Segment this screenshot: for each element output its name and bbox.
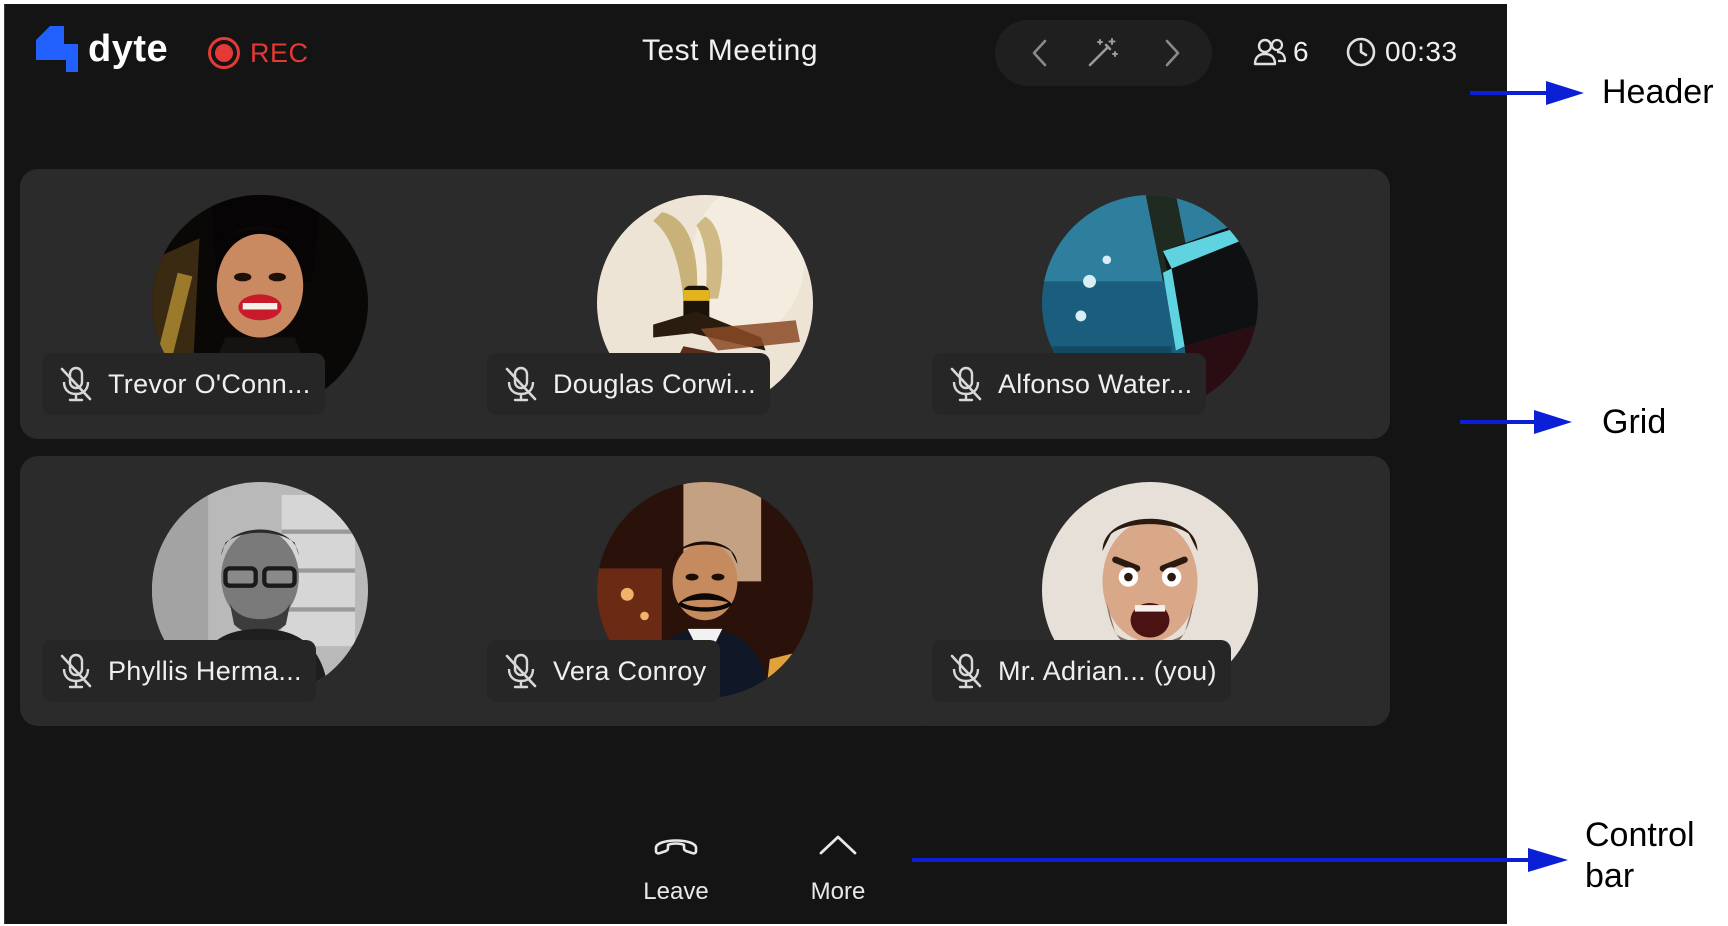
more-label: More (810, 878, 866, 905)
record-icon (208, 37, 240, 69)
magic-wand-icon (1088, 38, 1118, 67)
header: dyte REC Test Meeting 6 00:33 (5, 4, 1508, 104)
participant-tile[interactable]: Alfonso Water... (910, 169, 1390, 439)
control-bar-annotation-line1: Control (1585, 816, 1695, 854)
clock-icon (1346, 37, 1376, 67)
participants-icon (1253, 38, 1287, 66)
participant-name-tag: Phyllis Herma... (42, 640, 316, 702)
participant-name-tag: Douglas Corwi... (487, 353, 770, 415)
control-bar-annotation-line2: bar (1585, 857, 1635, 896)
participant-grid: Trevor O'Conn... Douglas Corwi... Alfons… (20, 164, 1500, 726)
mic-off-icon (56, 364, 96, 404)
participants-button[interactable]: 6 (1253, 36, 1309, 68)
participant-name-tag: Trevor O'Conn... (42, 353, 325, 415)
participant-count: 6 (1293, 36, 1309, 67)
recording-label: REC (250, 37, 309, 68)
participant-tile[interactable]: Trevor O'Conn... (20, 169, 500, 439)
leave-button[interactable]: Leave (616, 824, 736, 914)
magic-wand-button[interactable] (1085, 36, 1119, 70)
meeting-title: Test Meeting (641, 34, 819, 67)
participant-tile[interactable]: Vera Conroy (465, 456, 945, 726)
hang-up-icon (652, 824, 700, 866)
header-annotation-arrow (1470, 81, 1584, 105)
chevron-left-icon (1032, 39, 1047, 67)
mic-off-icon (56, 651, 96, 691)
participant-name: Trevor O'Conn... (108, 368, 311, 399)
chevron-right-icon (1165, 39, 1180, 67)
header-annotation-label: Header (1602, 73, 1714, 111)
grid-annotation-arrow (1460, 410, 1572, 434)
control-bar-annotation-label: Control bar (1585, 815, 1695, 898)
leave-label: Leave (643, 878, 709, 905)
meeting-timer: 00:33 (1345, 36, 1458, 68)
mic-off-icon (946, 364, 986, 404)
participant-name-tag: Vera Conroy (487, 640, 721, 702)
participant-name-tag: Mr. Adrian... (you) (932, 640, 1231, 702)
grid-annotation-label: Grid (1602, 403, 1667, 441)
participant-tile[interactable]: Phyllis Herma... (20, 456, 500, 726)
screenshot-canvas: dyte REC Test Meeting 6 00:33 Trevor O'C… (0, 0, 1728, 926)
meeting-window: dyte REC Test Meeting 6 00:33 Trevor O'C… (4, 4, 1507, 924)
participant-name: Phyllis Herma... (108, 655, 302, 686)
participant-name: Mr. Adrian... (you) (998, 655, 1217, 686)
mic-off-icon (946, 651, 986, 691)
participant-tile[interactable]: Douglas Corwi... (465, 169, 945, 439)
elapsed-time: 00:33 (1385, 36, 1458, 67)
next-page-button[interactable] (1155, 36, 1189, 70)
control-bar-annotation-arrow (912, 848, 1568, 872)
participant-name: Alfonso Water... (998, 368, 1193, 399)
mic-off-icon (501, 651, 541, 691)
brand-name: dyte (88, 28, 169, 70)
page-navigation (995, 20, 1212, 86)
dyte-logo-icon (36, 26, 78, 72)
participant-name: Douglas Corwi... (553, 368, 756, 399)
more-button[interactable]: More (778, 824, 898, 914)
participant-name-tag: Alfonso Water... (932, 353, 1207, 415)
mic-off-icon (501, 364, 541, 404)
recording-indicator: REC (208, 37, 309, 69)
participant-tile[interactable]: Mr. Adrian... (you) (910, 456, 1390, 726)
dyte-logo: dyte (36, 26, 168, 72)
participant-name: Vera Conroy (553, 655, 707, 686)
chevron-up-icon (817, 824, 859, 866)
previous-page-button[interactable] (1023, 36, 1057, 70)
